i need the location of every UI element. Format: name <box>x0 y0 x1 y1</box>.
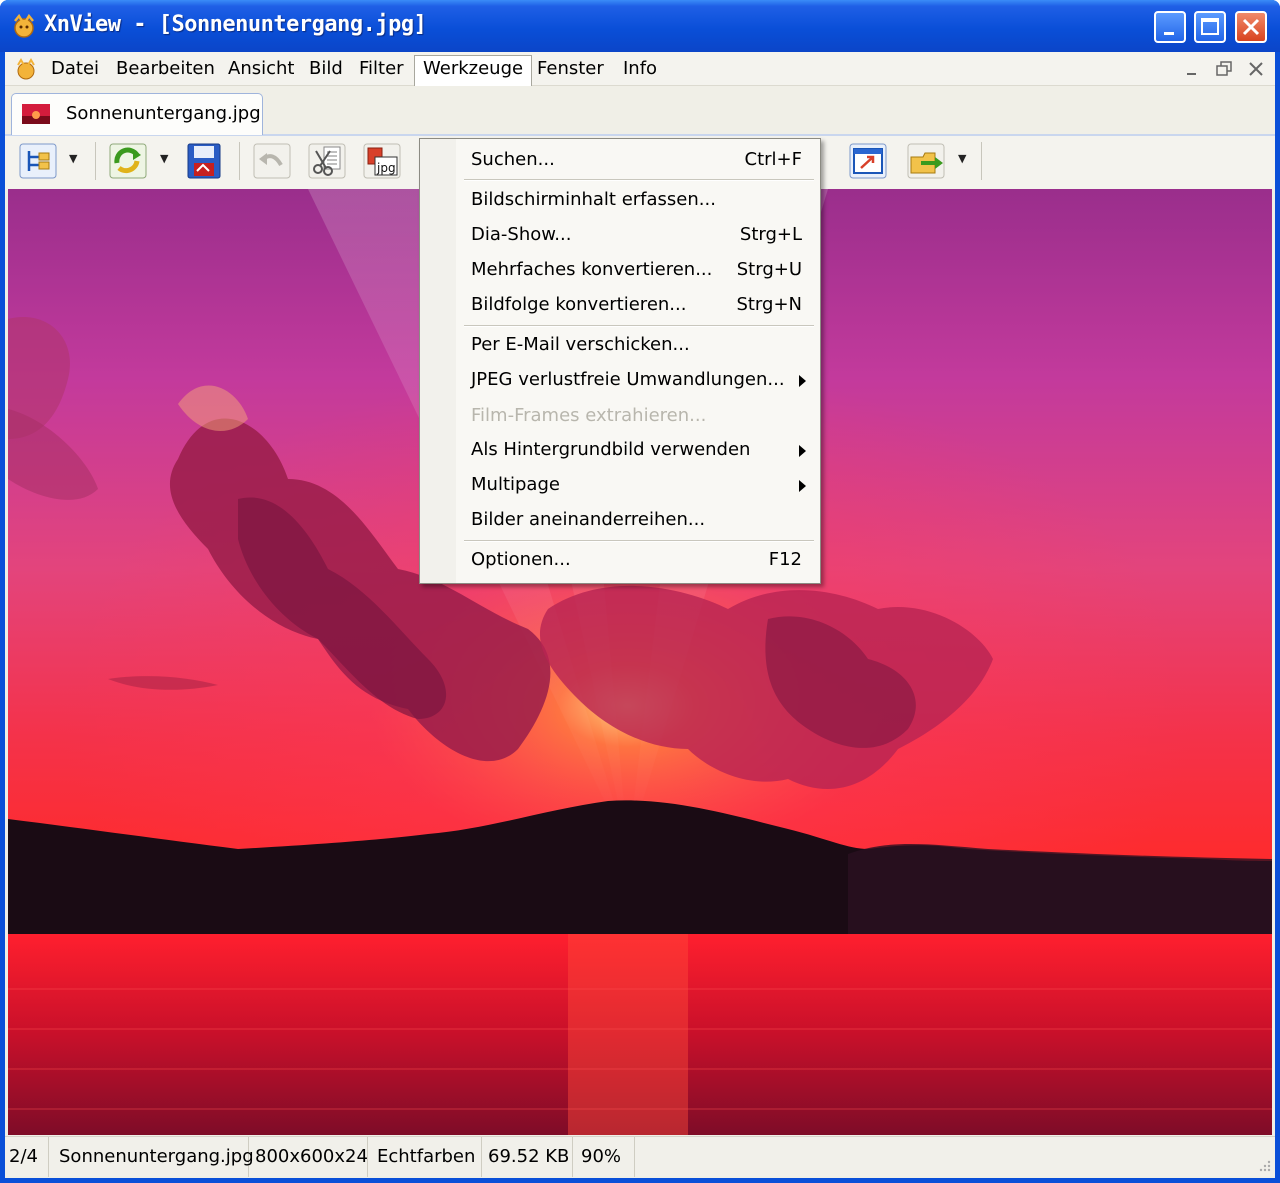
status-zoom: 90% <box>577 1137 635 1177</box>
minimize-button[interactable] <box>1154 11 1186 43</box>
export-button[interactable] <box>905 141 947 181</box>
app-window: XnView - [Sonnenuntergang.jpg] Datei Bea… <box>0 0 1280 1183</box>
save-icon <box>187 143 221 179</box>
menu-item-label: Mehrfaches konvertieren... <box>471 259 713 280</box>
menu-item-shortcut: Strg+L <box>739 224 802 245</box>
submenu-arrow-icon <box>799 480 806 492</box>
minimize-icon <box>1187 73 1196 75</box>
convert-jpg-icon: jpg <box>363 143 401 179</box>
fit-window-button[interactable] <box>847 141 889 181</box>
submenu-arrow-icon <box>799 375 806 387</box>
menu-item-mehrfaches-konvertieren[interactable]: Mehrfaches konvertieren... Strg+U <box>420 253 820 288</box>
werkzeuge-dropdown: Suchen... Ctrl+F Bildschirminhalt erfass… <box>419 138 821 584</box>
refresh-dropdown-arrow[interactable]: ▼ <box>160 153 170 164</box>
menu-item-film-frames-extrahieren: Film-Frames extrahieren... <box>420 399 820 434</box>
window-title: XnView - [Sonnenuntergang.jpg] <box>44 12 427 37</box>
browser-button[interactable] <box>17 141 59 181</box>
status-filename: Sonnenuntergang.jpg <box>53 1137 254 1177</box>
resize-grip-icon[interactable] <box>1257 1158 1271 1172</box>
maximize-button[interactable] <box>1194 11 1226 43</box>
tab-label: Sonnenuntergang.jpg <box>66 103 261 124</box>
close-icon <box>1242 18 1260 36</box>
menu-item-label: Suchen... <box>471 149 555 170</box>
document-tabs: Sonnenuntergang.jpg <box>5 86 1275 136</box>
menu-item-jpeg-verlustfreie-umwandlungen[interactable]: JPEG verlustfreie Umwandlungen... <box>420 363 820 398</box>
refresh-icon <box>109 143 147 179</box>
restore-icon <box>1216 61 1232 76</box>
cut-icon <box>308 143 346 179</box>
status-index: 2/4 <box>5 1137 49 1177</box>
mdi-minimize-button[interactable] <box>1181 58 1203 80</box>
convert-jpg-button[interactable]: jpg <box>361 141 403 181</box>
mdi-close-button[interactable] <box>1245 58 1267 80</box>
undo-button[interactable] <box>251 141 293 181</box>
menu-item-label: Als Hintergrundbild verwenden <box>471 439 751 460</box>
save-button[interactable] <box>183 141 225 181</box>
menu-bild[interactable]: Bild <box>301 56 351 84</box>
menu-item-label: Bildschirminhalt erfassen... <box>471 189 716 210</box>
export-icon <box>907 143 945 179</box>
image-thumbnail-icon <box>22 104 50 124</box>
menu-werkzeuge[interactable]: Werkzeuge <box>414 55 533 86</box>
menu-filter[interactable]: Filter <box>351 56 412 84</box>
menu-item-shortcut: F12 <box>768 549 802 570</box>
menu-info[interactable]: Info <box>615 56 665 84</box>
menu-item-label: Film-Frames extrahieren... <box>471 405 707 426</box>
svg-text:jpg: jpg <box>376 161 396 175</box>
refresh-button[interactable] <box>107 141 149 181</box>
menu-item-bilder-aneinanderreihen[interactable]: Bilder aneinanderreihen... <box>420 503 820 538</box>
undo-icon <box>253 143 291 179</box>
menu-item-multipage[interactable]: Multipage <box>420 468 820 503</box>
menu-separator <box>464 540 814 542</box>
menu-item-shortcut: Strg+N <box>736 294 802 315</box>
close-icon <box>1249 62 1263 76</box>
status-dimensions: 800x600x24 <box>251 1137 368 1177</box>
menu-item-label: Bilder aneinanderreihen... <box>471 509 706 530</box>
menu-item-bildfolge-konvertieren[interactable]: Bildfolge konvertieren... Strg+N <box>420 288 820 323</box>
xnview-logo-icon <box>14 13 34 38</box>
menu-bearbeiten[interactable]: Bearbeiten <box>108 56 223 84</box>
menu-datei[interactable]: Datei <box>43 56 107 84</box>
tab-sonnenuntergang[interactable]: Sonnenuntergang.jpg <box>11 93 263 135</box>
close-button[interactable] <box>1235 11 1267 43</box>
submenu-arrow-icon <box>799 445 806 457</box>
menu-ansicht[interactable]: Ansicht <box>220 56 302 84</box>
menu-separator <box>464 325 814 327</box>
menu-item-label: Bildfolge konvertieren... <box>471 294 687 315</box>
client-area: Datei Bearbeiten Ansicht Bild Filter Wer… <box>5 52 1275 1178</box>
status-bar: 2/4 Sonnenuntergang.jpg 800x600x24 Echtf… <box>5 1136 1275 1177</box>
toolbar-separator <box>239 142 240 180</box>
menu-bar: Datei Bearbeiten Ansicht Bild Filter Wer… <box>5 52 1275 86</box>
menu-item-per-email-verschicken[interactable]: Per E-Mail verschicken... <box>420 328 820 363</box>
menu-item-shortcut: Strg+U <box>736 259 802 280</box>
menu-item-optionen[interactable]: Optionen... F12 <box>420 543 820 578</box>
toolbar-separator <box>95 142 96 180</box>
browser-dropdown-arrow[interactable]: ▼ <box>69 153 79 164</box>
menu-item-bildschirminhalt-erfassen[interactable]: Bildschirminhalt erfassen... <box>420 183 820 218</box>
status-filesize: 69.52 KB <box>484 1137 573 1177</box>
menu-separator <box>464 179 814 181</box>
menu-item-label: Multipage <box>471 474 560 495</box>
minimize-icon <box>1164 32 1174 35</box>
menu-item-shortcut: Ctrl+F <box>744 149 802 170</box>
menu-item-als-hintergrundbild-verwenden[interactable]: Als Hintergrundbild verwenden <box>420 433 820 468</box>
mdi-restore-button[interactable] <box>1213 58 1235 80</box>
menu-item-label: JPEG verlustfreie Umwandlungen... <box>471 369 785 390</box>
document-logo-icon <box>17 58 35 80</box>
fit-window-icon <box>849 143 887 179</box>
status-colors: Echtfarben <box>373 1137 482 1177</box>
menu-item-label: Dia-Show... <box>471 224 572 245</box>
cut-button[interactable] <box>306 141 348 181</box>
toolbar-separator <box>981 142 982 180</box>
menu-item-label: Per E-Mail verschicken... <box>471 334 690 355</box>
menu-item-label: Optionen... <box>471 549 571 570</box>
title-bar[interactable]: XnView - [Sonnenuntergang.jpg] <box>0 0 1280 52</box>
export-dropdown-arrow[interactable]: ▼ <box>958 153 968 164</box>
menu-item-dia-show[interactable]: Dia-Show... Strg+L <box>420 218 820 253</box>
menu-fenster[interactable]: Fenster <box>529 56 612 84</box>
menu-item-suchen[interactable]: Suchen... Ctrl+F <box>420 143 820 178</box>
maximize-icon <box>1201 18 1219 35</box>
browser-icon <box>19 143 57 179</box>
